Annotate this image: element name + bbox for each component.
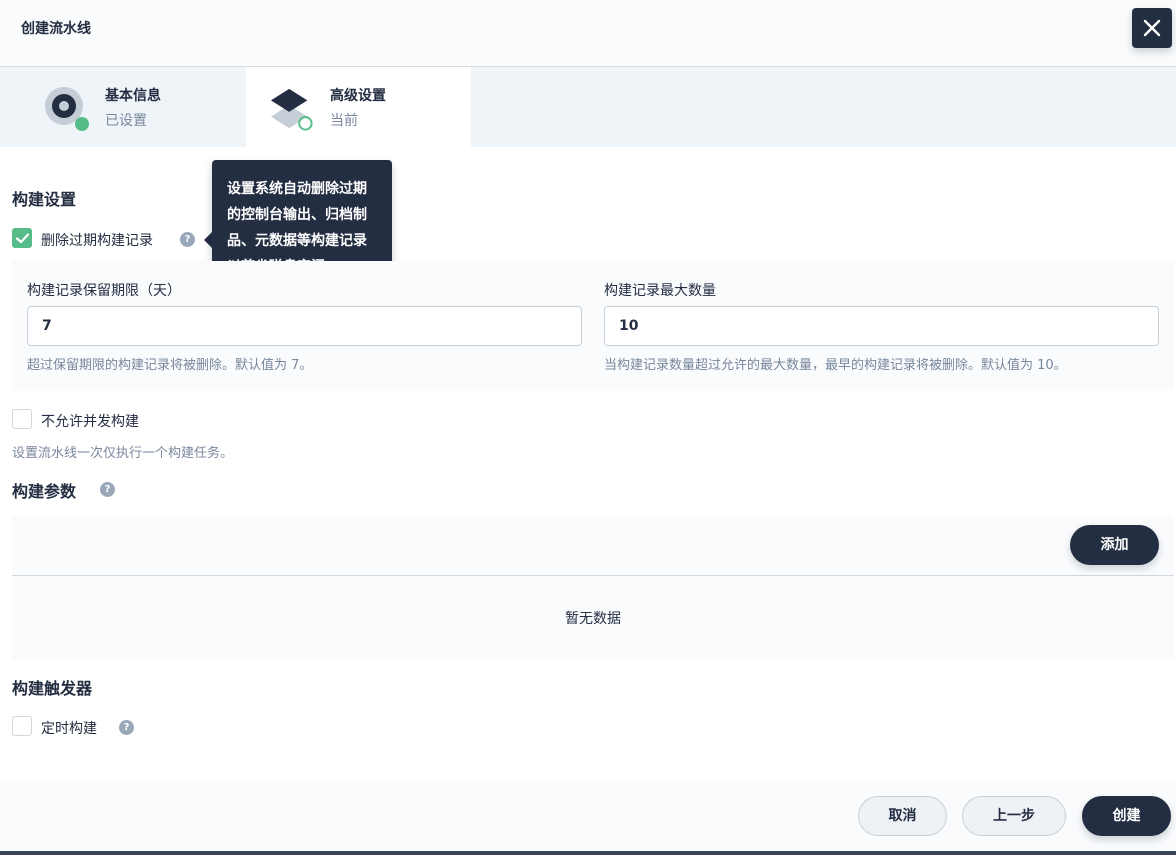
- scheduled-build-checkbox[interactable]: [12, 716, 32, 736]
- step-basic-info[interactable]: 基本信息 已设置: [0, 67, 225, 147]
- retention-panel: 构建记录保留期限（天） 7 超过保留期限的构建记录将被删除。默认值为 7。 构建…: [12, 261, 1174, 390]
- max-records-label: 构建记录最大数量: [604, 283, 716, 299]
- empty-state: 暂无数据: [565, 611, 621, 627]
- target-icon: [45, 87, 89, 131]
- retention-days-input[interactable]: 7: [27, 306, 582, 346]
- step-title: 高级设置: [330, 88, 386, 104]
- params-toolbar: 添加: [12, 515, 1174, 576]
- build-settings-title: 构建设置: [12, 190, 77, 209]
- retention-days-label: 构建记录保留期限（天）: [27, 283, 181, 299]
- step-title: 基本信息: [105, 88, 161, 104]
- layers-icon: [270, 88, 313, 131]
- max-records-input[interactable]: 10: [604, 306, 1159, 346]
- close-icon: [1143, 19, 1161, 37]
- step-advanced-settings[interactable]: 高级设置 当前: [246, 67, 471, 147]
- help-icon[interactable]: ?: [100, 482, 115, 497]
- no-concurrent-hint: 设置流水线一次仅执行一个构建任务。: [12, 446, 234, 461]
- build-triggers-title: 构建触发器: [12, 679, 93, 698]
- delete-expired-checkbox[interactable]: [12, 228, 32, 248]
- no-concurrent-checkbox[interactable]: [12, 409, 32, 429]
- cancel-button[interactable]: 取消: [858, 796, 947, 836]
- retention-days-hint: 超过保留期限的构建记录将被删除。默认值为 7。: [27, 358, 313, 373]
- help-icon[interactable]: ?: [180, 232, 195, 247]
- no-concurrent-label[interactable]: 不允许并发构建: [41, 411, 139, 431]
- scheduled-build-label[interactable]: 定时构建: [41, 718, 97, 738]
- help-icon[interactable]: ?: [119, 720, 134, 735]
- delete-expired-label[interactable]: 删除过期构建记录: [41, 230, 153, 250]
- max-records-hint: 当构建记录数量超过允许的最大数量，最早的构建记录将被删除。默认值为 10。: [604, 358, 1067, 373]
- create-button[interactable]: 创建: [1082, 796, 1171, 836]
- steps-bar: 基本信息 已设置 高级设置 当前: [0, 67, 1176, 147]
- modal-title: 创建流水线: [21, 21, 91, 37]
- add-param-button[interactable]: 添加: [1070, 525, 1159, 565]
- check-icon: [16, 233, 29, 244]
- modal-header: 创建流水线: [0, 0, 1176, 67]
- build-params-table: 添加 暂无数据: [12, 515, 1174, 660]
- previous-step-button[interactable]: 上一步: [962, 796, 1066, 836]
- close-button[interactable]: [1132, 8, 1172, 48]
- step-status: 当前: [330, 113, 358, 129]
- step-status: 已设置: [105, 113, 147, 129]
- modal-footer: 取消 上一步 创建: [0, 781, 1176, 855]
- build-params-title: 构建参数: [12, 482, 77, 501]
